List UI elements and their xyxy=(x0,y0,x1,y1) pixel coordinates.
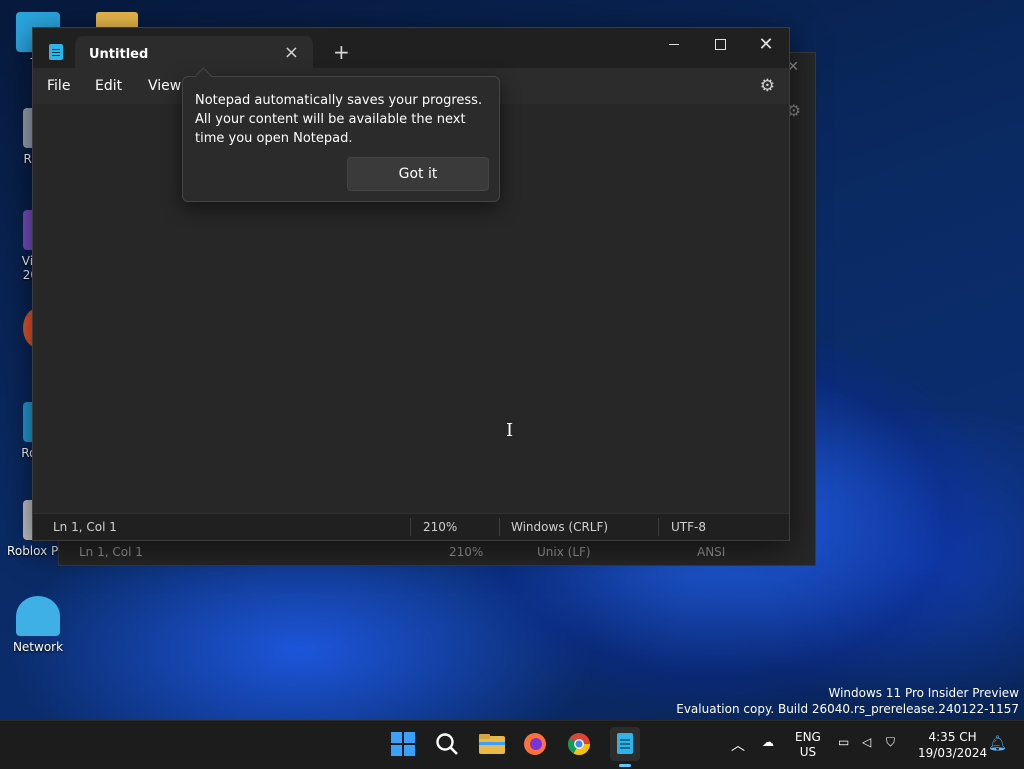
minimize-icon xyxy=(669,43,679,45)
status-line-ending[interactable]: Windows (CRLF) xyxy=(511,520,608,534)
windows-watermark: Windows 11 Pro Insider Preview Evaluatio… xyxy=(676,685,1019,717)
notepad-taskbar-button[interactable] xyxy=(610,727,640,767)
language-indicator[interactable]: ENG US xyxy=(795,730,821,760)
status-divider xyxy=(658,518,659,536)
maximize-icon xyxy=(714,38,726,50)
desktop-icon-network[interactable]: Network xyxy=(0,596,76,654)
status-zoom[interactable]: 210% xyxy=(423,520,457,534)
close-icon: ✕ xyxy=(758,33,774,55)
status-zoom: 210% xyxy=(449,545,484,559)
settings-gear-icon[interactable]: ⚙ xyxy=(760,76,775,96)
volume-muted-icon[interactable]: ◁ xyxy=(862,735,871,749)
network-icon xyxy=(16,596,60,636)
start-button[interactable] xyxy=(390,731,418,759)
search-icon xyxy=(436,733,458,755)
folder-icon xyxy=(479,734,505,754)
watermark-line-1: Windows 11 Pro Insider Preview xyxy=(828,686,1019,700)
status-encoding: ANSI xyxy=(697,545,726,559)
menu-file[interactable]: File xyxy=(47,78,70,94)
chrome-icon xyxy=(568,733,590,755)
status-position: Ln 1, Col 1 xyxy=(79,545,143,559)
tab-close-icon[interactable]: × xyxy=(284,42,299,63)
text-cursor-icon: I xyxy=(506,420,514,441)
status-bar: Ln 1, Col 1 210% Windows (CRLF) UTF-8 xyxy=(33,513,789,540)
clock-time: 4:35 CH xyxy=(928,730,977,744)
status-position: Ln 1, Col 1 xyxy=(53,520,117,534)
minimize-button[interactable] xyxy=(651,28,697,60)
chrome-button[interactable] xyxy=(566,731,594,759)
tab-untitled[interactable]: Untitled × xyxy=(75,36,313,72)
notepad-app-icon xyxy=(49,44,63,60)
active-indicator xyxy=(619,764,631,767)
popup-message: Notepad automatically saves your progres… xyxy=(195,93,483,146)
desktop-icon-folder[interactable] xyxy=(96,12,138,28)
firefox-button[interactable] xyxy=(522,731,550,759)
got-it-button[interactable]: Got it xyxy=(347,157,489,191)
file-explorer-button[interactable] xyxy=(478,731,506,759)
new-tab-plus-icon[interactable]: + xyxy=(333,40,350,64)
menu-view[interactable]: View xyxy=(148,78,181,94)
language-code: ENG xyxy=(795,730,821,744)
status-divider xyxy=(499,518,500,536)
taskbar: ︿ ☁ ENG US ▭ ◁ ⛉ 4:35 CH 19/03/2024 🔔︎ xyxy=(0,720,1024,769)
status-divider xyxy=(410,518,411,536)
tab-title: Untitled xyxy=(89,47,149,62)
close-window-button[interactable]: ✕ xyxy=(743,28,789,60)
notification-bell-icon[interactable]: 🔔︎ xyxy=(988,734,1007,752)
clock[interactable]: 4:35 CH 19/03/2024 xyxy=(918,729,987,761)
notepad-icon xyxy=(617,733,633,754)
status-line-ending: Unix (LF) xyxy=(537,545,591,559)
status-encoding[interactable]: UTF-8 xyxy=(671,520,706,534)
menu-edit[interactable]: Edit xyxy=(95,78,122,94)
search-button[interactable] xyxy=(434,731,462,759)
onedrive-cloud-icon[interactable]: ☁ xyxy=(762,735,774,749)
region-code: US xyxy=(799,745,817,759)
security-shield-icon[interactable]: ⛉ xyxy=(886,735,895,750)
windows-logo-icon xyxy=(391,732,415,756)
title-bar[interactable]: Untitled × + ✕ xyxy=(33,28,789,72)
watermark-line-2: Evaluation copy. Build 26040.rs_prerelea… xyxy=(676,702,1019,716)
background-status-bar: Ln 1, Col 1 210% Unix (LF) ANSI xyxy=(59,539,815,565)
network-status-icon[interactable]: ▭ xyxy=(838,735,849,749)
clock-date: 19/03/2024 xyxy=(918,746,988,760)
firefox-icon xyxy=(524,733,546,755)
maximize-button[interactable] xyxy=(697,28,743,60)
show-hidden-icons-chevron-icon[interactable]: ︿ xyxy=(731,735,745,755)
autosave-teaching-tip: Notepad automatically saves your progres… xyxy=(182,76,500,202)
